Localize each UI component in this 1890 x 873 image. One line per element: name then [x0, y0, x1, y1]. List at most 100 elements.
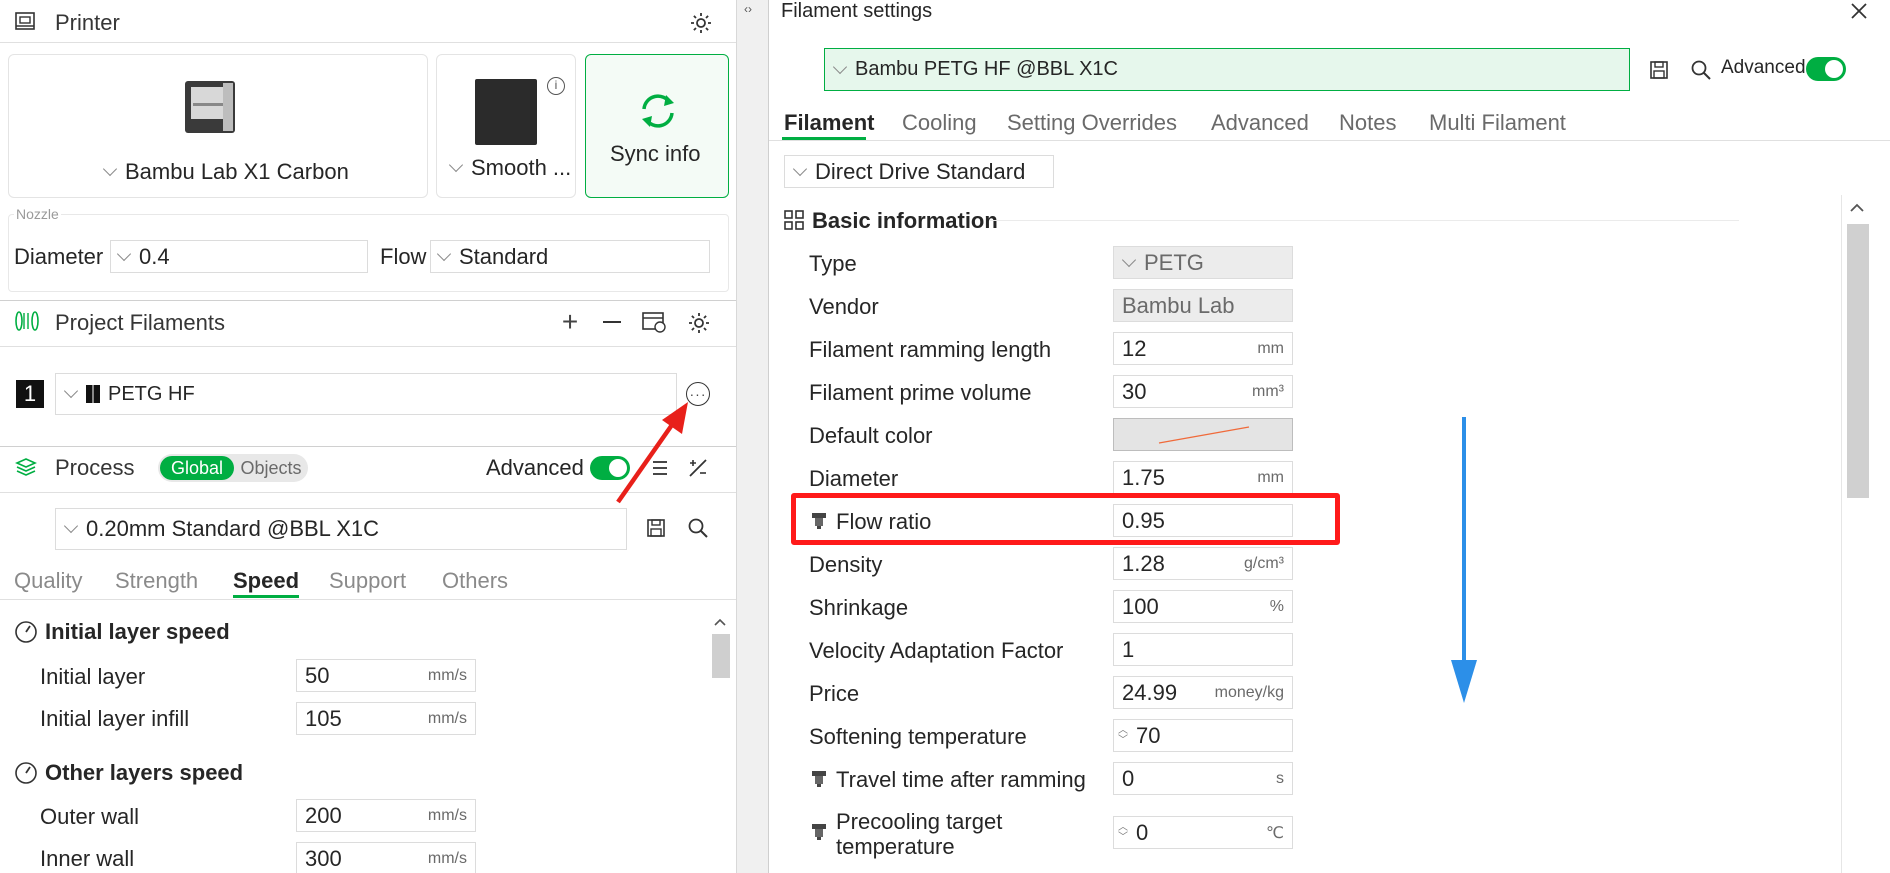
plate-name: Smooth ...	[471, 155, 572, 180]
tab-notes[interactable]: Notes	[1339, 110, 1396, 136]
printer-settings-gear-icon[interactable]	[688, 10, 714, 36]
vendor-field: Bambu Lab	[1113, 289, 1293, 322]
nozzle-group-label: Nozzle	[14, 206, 61, 222]
plate-image	[475, 79, 537, 145]
active-tab-underline	[233, 595, 299, 598]
chevron-down-icon	[792, 161, 808, 176]
dialog-title: Filament settings	[781, 0, 933, 22]
spin-arrows-icon[interactable]: ︿ ﹀	[1118, 725, 1128, 746]
filament-ramming-length-label: Filament ramming length	[809, 337, 1052, 362]
printer-selector-card[interactable]: Bambu Lab X1 Carbon	[8, 54, 428, 198]
tab-others[interactable]: Others	[442, 568, 508, 594]
softening-temperature-spinner[interactable]: ︿ ﹀ 70	[1113, 719, 1293, 752]
spin-arrows-icon[interactable]: ︿ ﹀	[1118, 822, 1128, 843]
inner-wall-label: Inner wall	[40, 846, 135, 871]
info-icon[interactable]: i	[547, 77, 565, 95]
filament-slot-name: PETG HF	[108, 382, 195, 405]
tab-setting-overrides[interactable]: Setting Overrides	[1007, 110, 1177, 136]
process-preset-select[interactable]: 0.20mm Standard @BBL X1C	[55, 508, 627, 550]
precooling-target-temperature-spinner[interactable]: ︿ ﹀ 0 ℃	[1113, 816, 1293, 849]
save-preset-icon[interactable]	[1647, 58, 1671, 82]
sync-info-label: Sync info	[610, 141, 701, 166]
initial-layer-infill-label: Initial layer infill	[40, 706, 190, 731]
filament-spool-icon	[14, 310, 40, 332]
flow-ratio-highlight-box	[791, 493, 1340, 545]
scope-objects-option[interactable]: Objects	[236, 456, 306, 480]
chevron-down-icon	[832, 59, 848, 74]
printer-name: Bambu Lab X1 Carbon	[125, 159, 349, 184]
price-input[interactable]: 24.99 money/kg	[1113, 676, 1293, 709]
collapse-arrows-icon[interactable]: ‹›	[744, 2, 752, 16]
tab-speed[interactable]: Speed	[233, 568, 299, 594]
precooling-target-temperature-label: Precooling target temperature	[836, 809, 1003, 859]
tab-filament[interactable]: Filament	[784, 110, 874, 136]
diameter-input[interactable]: 1.75 mm	[1113, 461, 1293, 494]
dialog-scrollbar-thumb[interactable]	[1847, 224, 1869, 498]
inner-wall-speed-input[interactable]: 300 mm/s	[296, 842, 476, 873]
group-title-initial-layer-speed: Initial layer speed	[45, 619, 230, 644]
travel-time-after-ramming-input[interactable]: 0s	[1113, 762, 1293, 795]
nozzle-lock-icon	[811, 823, 827, 841]
sync-icon	[636, 89, 680, 133]
filament-slot-select[interactable]: PETG HF	[55, 373, 677, 415]
initial-layer-speed-input[interactable]: 50 mm/s	[296, 659, 476, 692]
chevron-down-icon	[116, 246, 132, 261]
close-icon[interactable]	[1845, 0, 1873, 22]
filament-settings-dialog: Filament settings Bambu PETG HF @BBL X1C…	[768, 0, 1890, 873]
price-label: Price	[809, 681, 860, 706]
chevron-down-icon	[436, 246, 452, 261]
group-title-other-layers-speed: Other layers speed	[45, 760, 244, 785]
type-label: Type	[809, 251, 857, 276]
softening-temperature-label: Softening temperature	[809, 724, 1027, 749]
default-color-label: Default color	[809, 423, 933, 448]
filament-brand-icon	[86, 385, 100, 403]
process-scroll-up-icon[interactable]	[713, 614, 729, 628]
save-preset-icon[interactable]	[644, 516, 668, 540]
tab-cooling[interactable]: Cooling	[902, 110, 977, 136]
advanced-label: Advanced	[486, 455, 584, 480]
grid-icon	[784, 210, 804, 230]
dialog-scroll-up-icon[interactable]	[1849, 200, 1869, 220]
outer-wall-speed-input[interactable]: 200 mm/s	[296, 799, 476, 832]
sync-info-button[interactable]: Sync info	[585, 54, 729, 198]
tab-support[interactable]: Support	[329, 568, 406, 594]
filament-preset-select[interactable]: Bambu PETG HF @BBL X1C	[824, 48, 1630, 91]
velocity-adaptation-factor-input[interactable]: 1	[1113, 633, 1293, 666]
scroll-down-annotation-arrow	[1451, 417, 1477, 703]
nozzle-lock-icon	[811, 770, 827, 788]
printer-icon	[14, 10, 36, 32]
filament-settings-gear-icon[interactable]	[686, 310, 712, 336]
search-icon[interactable]	[686, 516, 710, 540]
process-scrollbar-thumb[interactable]	[712, 634, 730, 678]
scope-global-option[interactable]: Global	[160, 456, 234, 480]
filament-index-badge: 1	[16, 380, 44, 408]
advanced-toggle[interactable]	[1806, 57, 1846, 81]
travel-time-after-ramming-label: Travel time after ramming	[836, 767, 1086, 792]
nozzle-diameter-select[interactable]: 0.4	[110, 240, 368, 273]
extruder-type-select[interactable]: Direct Drive Standard	[784, 155, 1054, 188]
nozzle-flow-select[interactable]: Standard	[430, 240, 710, 273]
tab-quality[interactable]: Quality	[14, 568, 82, 594]
printer-title: Printer	[55, 10, 120, 35]
search-icon[interactable]	[1689, 58, 1713, 82]
shrinkage-input[interactable]: 100%	[1113, 590, 1293, 623]
remove-filament-minus-icon[interactable]	[600, 310, 624, 334]
add-filament-plus-icon[interactable]: +	[558, 306, 582, 337]
filament-ramming-length-input[interactable]: 12 mm	[1113, 332, 1293, 365]
process-scope-switch[interactable]: Global Objects	[158, 454, 308, 482]
plate-selector-card[interactable]: i Smooth ...	[436, 54, 576, 198]
process-layers-icon	[14, 455, 38, 479]
default-color-swatch[interactable]	[1113, 418, 1293, 451]
filament-prime-volume-input[interactable]: 30 mm³	[1113, 375, 1293, 408]
type-select: PETG	[1113, 246, 1293, 279]
more-options-annotation-arrow	[616, 402, 688, 504]
initial-layer-infill-speed-input[interactable]: 105 mm/s	[296, 702, 476, 735]
diameter-label: Diameter	[14, 244, 104, 269]
panel-splitter[interactable]: ‹›	[736, 0, 768, 873]
tab-advanced[interactable]: Advanced	[1211, 110, 1309, 136]
density-input[interactable]: 1.28 g/cm³	[1113, 547, 1293, 580]
tab-strength[interactable]: Strength	[115, 568, 198, 594]
filament-sync-icon[interactable]	[640, 309, 668, 335]
chevron-down-icon	[102, 161, 118, 177]
tab-multi-filament[interactable]: Multi Filament	[1429, 110, 1566, 136]
